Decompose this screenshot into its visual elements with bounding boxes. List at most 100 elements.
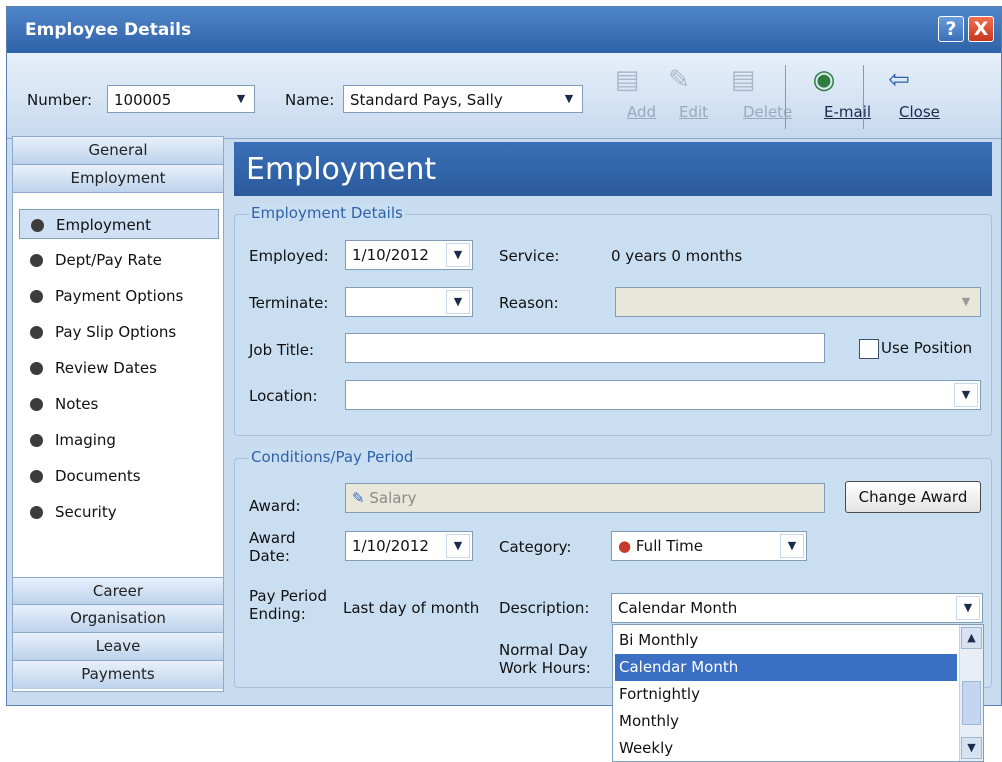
sidebar-item-documents[interactable]: Documents [19,461,219,491]
chevron-down-icon[interactable]: ▼ [780,534,804,558]
bullet-icon [30,398,43,411]
normal-day-work-hours-label: Normal Day Work Hours: [499,641,591,677]
person-icon: ● [618,537,632,555]
bullet-icon [30,290,43,303]
category-label: Category: [499,538,572,556]
toolbar: Number: 100005 ▼ Name: Standard Pays, Sa… [7,53,1001,139]
sidebar-item-employment[interactable]: Employment [19,209,219,239]
window-title: Employee Details [25,20,192,40]
sidebar-header-career[interactable]: Career [13,577,223,605]
dropdown-option-bi-monthly[interactable]: Bi Monthly [615,627,957,654]
chevron-down-icon[interactable]: ▼ [956,596,980,620]
sidebar-item-notes[interactable]: Notes [19,389,219,419]
bullet-icon [30,470,43,483]
employed-label: Employed: [249,247,329,265]
description-label: Description: [499,599,590,617]
name-value: Standard Pays, Sally [350,91,503,109]
chevron-down-icon[interactable]: ▼ [446,243,470,267]
service-label: Service: [499,247,560,265]
chevron-down-icon[interactable]: ▼ [556,86,582,112]
add-button[interactable]: ▤ Add [607,61,656,121]
name-label: Name: [285,91,335,109]
category-value: Full Time [635,537,704,555]
sidebar-header-leave[interactable]: Leave [13,633,223,661]
email-button[interactable]: ◉ E-mail [797,61,871,121]
chevron-down-icon[interactable]: ▼ [446,534,470,558]
delete-document-icon: ▤ [730,65,756,95]
sidebar-header-payments[interactable]: Payments [13,661,223,689]
award-field: ✎ Salary [345,483,825,513]
service-value: 0 years 0 months [611,247,743,265]
sidebar-item-review-dates[interactable]: Review Dates [19,353,219,383]
sidebar-header-general[interactable]: General [13,137,223,165]
exit-door-icon: ⇦ [888,65,910,95]
dropdown-option-fortnightly[interactable]: Fortnightly [615,681,957,708]
number-combo[interactable]: 100005 ▼ [107,85,255,113]
sidebar-item-label: Pay Slip Options [55,323,177,341]
edit-button[interactable]: ✎ Edit [659,61,708,121]
email-globe-icon: ◉ [812,65,836,95]
award-date-field[interactable]: 1/10/2012 ▼ [345,531,473,561]
sidebar-item-payment-options[interactable]: Payment Options [19,281,219,311]
reason-select[interactable]: ▼ [615,287,981,317]
terminate-date-field[interactable]: ▼ [345,287,473,317]
chevron-down-icon[interactable]: ▼ [954,290,978,314]
bullet-icon [30,326,43,339]
description-select[interactable]: Calendar Month ▼ [611,593,983,623]
chevron-down-icon[interactable]: ▼ [954,383,978,407]
sidebar-item-label: Dept/Pay Rate [55,251,162,269]
sidebar-item-label: Documents [55,467,141,485]
pay-period-value: Last day of month [343,599,480,617]
category-select[interactable]: ● Full Time ▼ [611,531,807,561]
delete-button[interactable]: ▤ Delete [715,61,793,121]
page-title: Employment [234,142,992,196]
employment-details-group: Employment Details Employed: 1/10/2012 ▼… [234,204,992,436]
sidebar-item-security[interactable]: Security [19,497,219,527]
group-title: Conditions/Pay Period [249,448,416,466]
edit-document-icon: ✎ [668,65,690,95]
description-dropdown-list[interactable]: Bi Monthly Calendar Month Fortnightly Mo… [612,624,984,762]
sidebar-item-imaging[interactable]: Imaging [19,425,219,455]
location-label: Location: [249,387,318,405]
sidebar-item-label: Security [55,503,117,521]
chevron-down-icon[interactable]: ▼ [228,86,254,112]
use-position-checkbox[interactable] [859,339,879,359]
terminate-label: Terminate: [249,294,329,312]
sidebar-item-label: Payment Options [55,287,184,305]
sidebar-item-pay-slip-options[interactable]: Pay Slip Options [19,317,219,347]
location-select[interactable]: ▼ [345,380,981,410]
sidebar-item-dept-pay-rate[interactable]: Dept/Pay Rate [19,245,219,275]
bullet-icon [30,362,43,375]
help-button[interactable]: ? [938,16,964,42]
scrollbar-thumb[interactable] [962,681,981,725]
change-award-button[interactable]: Change Award [845,481,981,513]
dropdown-option-weekly[interactable]: Weekly [615,735,957,762]
award-date-label: Award Date: [249,529,296,565]
sidebar-item-label: Review Dates [55,359,157,377]
scroll-up-icon[interactable]: ▲ [961,627,982,649]
dropdown-option-calendar-month[interactable]: Calendar Month [615,654,957,681]
sidebar-header-organisation[interactable]: Organisation [13,605,223,633]
add-document-icon: ▤ [614,65,640,95]
number-value: 100005 [114,91,172,109]
scroll-down-icon[interactable]: ▼ [961,737,982,759]
job-title-input[interactable] [345,333,825,363]
sidebar-header-employment[interactable]: Employment [13,165,223,193]
number-label: Number: [27,91,93,109]
close-window-button[interactable]: X [968,16,994,42]
bullet-icon [30,254,43,267]
chevron-down-icon[interactable]: ▼ [446,290,470,314]
sidebar: General Employment Employment Dept/Pay R… [12,136,224,692]
dropdown-scrollbar[interactable]: ▲ ▼ [959,625,983,761]
sidebar-item-label: Notes [55,395,99,413]
employed-date-field[interactable]: 1/10/2012 ▼ [345,240,473,270]
award-value: Salary [369,489,417,507]
job-title-label: Job Title: [249,341,315,359]
use-position-label: Use Position [881,339,973,357]
sidebar-item-label: Imaging [55,431,116,449]
toolbar-separator [863,65,864,129]
close-button[interactable]: ⇦ Close [875,61,940,121]
name-combo[interactable]: Standard Pays, Sally ▼ [343,85,583,113]
dropdown-option-monthly[interactable]: Monthly [615,708,957,735]
bullet-icon [30,506,43,519]
